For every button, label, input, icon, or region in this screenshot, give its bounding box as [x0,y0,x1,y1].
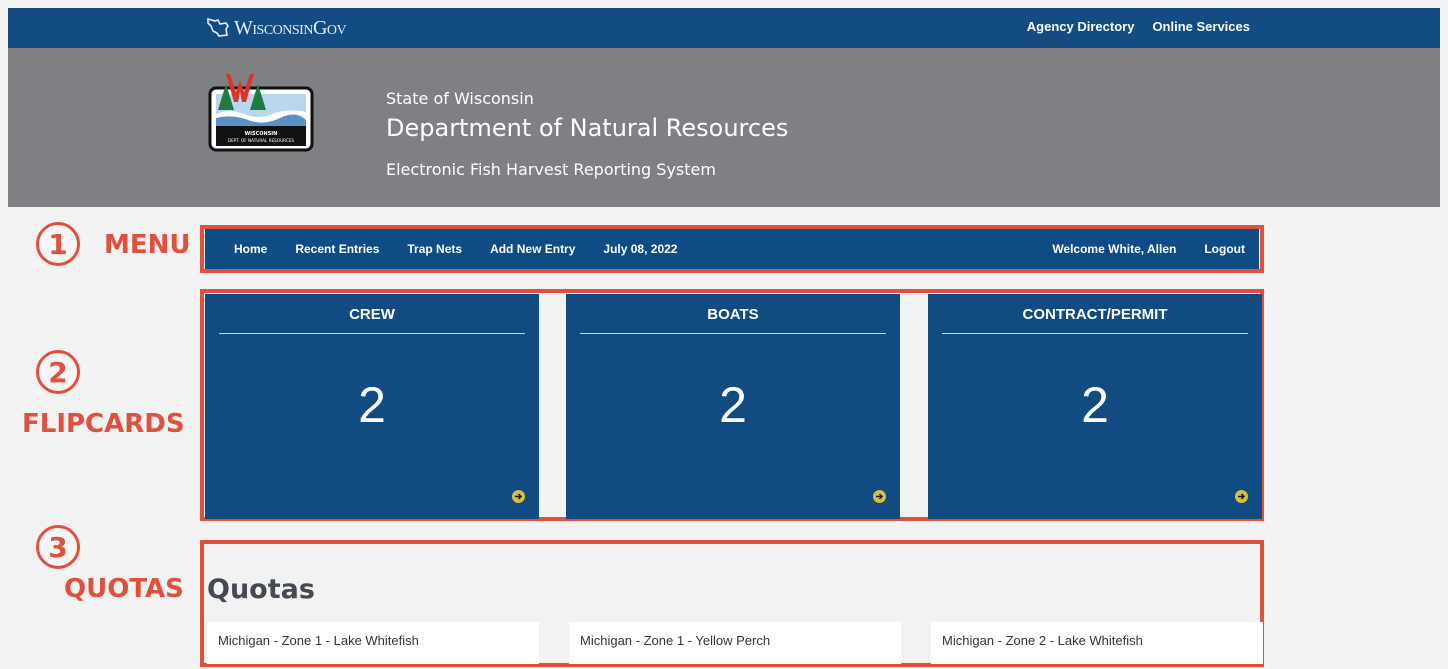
menu-date: July 08, 2022 [603,242,678,256]
logout-link[interactable]: Logout [1204,242,1245,256]
flipcard-value: 2 [1081,377,1109,433]
header-text: State of Wisconsin Department of Natural… [386,89,788,179]
menu-right: Welcome White, Allen Logout [1052,242,1245,256]
annotation-label-quotas: QUOTAS [64,574,184,604]
arrow-right-circle-icon[interactable] [1235,490,1248,503]
dnr-logo[interactable]: WISCONSIN DEPT. OF NATURAL RESOURCES [208,74,315,152]
agency-directory-link[interactable]: Agency Directory [1027,19,1135,34]
main-menu: Home Recent Entries Trap Nets Add New En… [205,229,1259,269]
gov-top-bar: WisconsinGov Agency Directory Online Ser… [8,8,1440,48]
flipcard-boats[interactable]: BOATS 2 [566,294,900,519]
menu-item-home[interactable]: Home [234,242,267,256]
dnr-logo-line2: DEPT. OF NATURAL RESOURCES [228,138,295,143]
menu-item-add-new-entry[interactable]: Add New Entry [490,242,575,256]
flipcard-title: BOATS [580,306,886,334]
system-name: Electronic Fish Harvest Reporting System [386,160,716,179]
annotation-number-2: 2 [36,350,80,394]
annotation-label-flipcards: FLIPCARDS [22,409,185,439]
gov-links: Agency Directory Online Services [1027,8,1250,44]
menu-item-trap-nets[interactable]: Trap Nets [407,242,462,256]
arrow-right-circle-icon[interactable] [873,490,886,503]
department-name: Department of Natural Resources [386,114,789,142]
online-services-link[interactable]: Online Services [1152,19,1250,34]
flipcard-value: 2 [358,377,386,433]
wisconsin-gov-logo[interactable]: WisconsinGov [206,11,347,45]
arrow-right-circle-icon[interactable] [512,490,525,503]
flipcard-value: 2 [719,377,747,433]
flipcard-title: CREW [219,306,525,334]
site-header: WISCONSIN DEPT. OF NATURAL RESOURCES Sta… [8,48,1440,207]
flipcard-crew[interactable]: CREW 2 [205,294,539,519]
quota-card[interactable]: Michigan - Zone 1 - Yellow Perch [569,622,901,664]
flipcard-contract-permit[interactable]: CONTRACT/PERMIT 2 [928,294,1262,519]
annotation-label-menu: MENU [104,230,191,260]
menu-item-recent-entries[interactable]: Recent Entries [295,242,379,256]
gov-logo-text: WisconsinGov [234,16,347,39]
welcome-user: Welcome White, Allen [1052,242,1177,256]
annotation-number-1: 1 [36,222,80,266]
state-name: State of Wisconsin [386,89,534,108]
wisconsin-state-icon [207,17,229,37]
quotas-heading: Quotas [207,574,315,605]
dnr-logo-line1: WISCONSIN [245,131,278,137]
quota-card[interactable]: Michigan - Zone 2 - Lake Whitefish [931,622,1263,664]
annotation-number-3: 3 [36,525,80,569]
quota-card[interactable]: Michigan - Zone 1 - Lake Whitefish [207,622,539,664]
flipcard-title: CONTRACT/PERMIT [942,306,1248,334]
